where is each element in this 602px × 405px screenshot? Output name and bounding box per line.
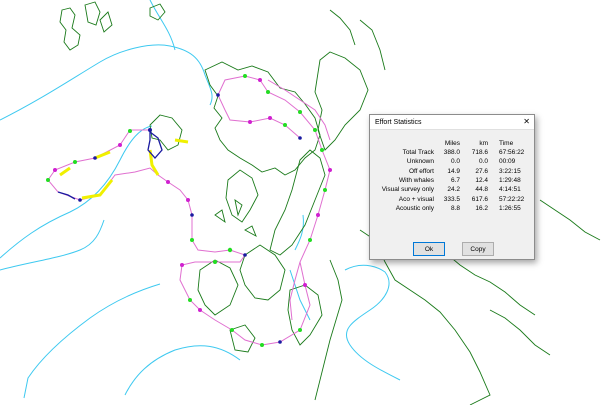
- row-miles: 0.0: [450, 158, 460, 166]
- row-time: 1:26:55: [499, 204, 521, 212]
- row-time: 00:09: [499, 158, 516, 166]
- table-row: With whales 6.7 12.4 1:29:48: [376, 176, 524, 185]
- row-label: Unknown: [406, 158, 434, 166]
- header-label: [376, 139, 442, 148]
- header-time: Time: [499, 140, 514, 147]
- close-icon[interactable]: ✕: [523, 118, 530, 126]
- row-miles: 8.8: [450, 204, 460, 212]
- row-miles: 24.2: [447, 186, 460, 194]
- table-header-row: Miles km Time: [376, 139, 524, 148]
- row-km: 718.6: [471, 149, 488, 157]
- row-time: 1:29:48: [499, 177, 521, 185]
- row-label: Total Track: [402, 149, 434, 157]
- dialog-titlebar[interactable]: Effort Statistics ✕: [370, 115, 534, 130]
- row-km: 12.4: [475, 177, 488, 185]
- table-row: Acoustic only 8.8 16.2 1:26:55: [376, 204, 524, 213]
- table-row: Aco + visual 333.5 617.6 57:22:22: [376, 194, 525, 203]
- survey-track: [47, 75, 331, 346]
- row-miles: 388.0: [443, 149, 460, 157]
- row-km: 27.6: [475, 167, 488, 175]
- row-miles: 14.9: [447, 167, 460, 175]
- row-miles: 333.5: [443, 195, 460, 203]
- effort-statistics-table: Miles km Time Total Track 388.0 718.6 67…: [376, 139, 525, 213]
- row-label: Off effort: [408, 167, 434, 175]
- row-km: 16.2: [475, 204, 488, 212]
- row-label: With whales: [398, 177, 434, 185]
- row-km: 0.0: [478, 158, 488, 166]
- row-time: 3:22:15: [499, 167, 521, 175]
- row-time: 4:14:51: [499, 186, 521, 194]
- acoustic-segments: [57, 130, 163, 200]
- header-km: km: [479, 140, 488, 147]
- depth-contours: [0, 0, 401, 399]
- dialog-title: Effort Statistics: [375, 118, 422, 126]
- table-row: Off effort 14.9 27.6 3:22:15: [376, 167, 524, 176]
- table-row: Visual survey only 24.2 44.8 4:14:51: [376, 185, 524, 194]
- copy-button[interactable]: Copy: [462, 242, 494, 256]
- row-time: 67:56:22: [499, 149, 525, 157]
- visual-only-segments: [59, 138, 189, 200]
- row-label: Acoustic only: [395, 204, 434, 212]
- row-label: Visual survey only: [381, 186, 434, 194]
- table-row: Unknown 0.0 0.0 00:09: [376, 157, 524, 166]
- table-row: Total Track 388.0 718.6 67:56:22: [376, 148, 525, 157]
- effort-statistics-dialog[interactable]: Effort Statistics ✕ Miles km Time Total …: [369, 114, 535, 260]
- row-miles: 6.7: [450, 177, 460, 185]
- row-label: Aco + visual: [398, 195, 434, 203]
- ok-button[interactable]: Ok: [413, 242, 445, 256]
- header-miles: Miles: [444, 140, 460, 147]
- row-km: 44.8: [475, 186, 488, 194]
- row-time: 57:22:22: [499, 195, 525, 203]
- row-km: 617.6: [471, 195, 488, 203]
- acoustic-markers: [78, 93, 302, 344]
